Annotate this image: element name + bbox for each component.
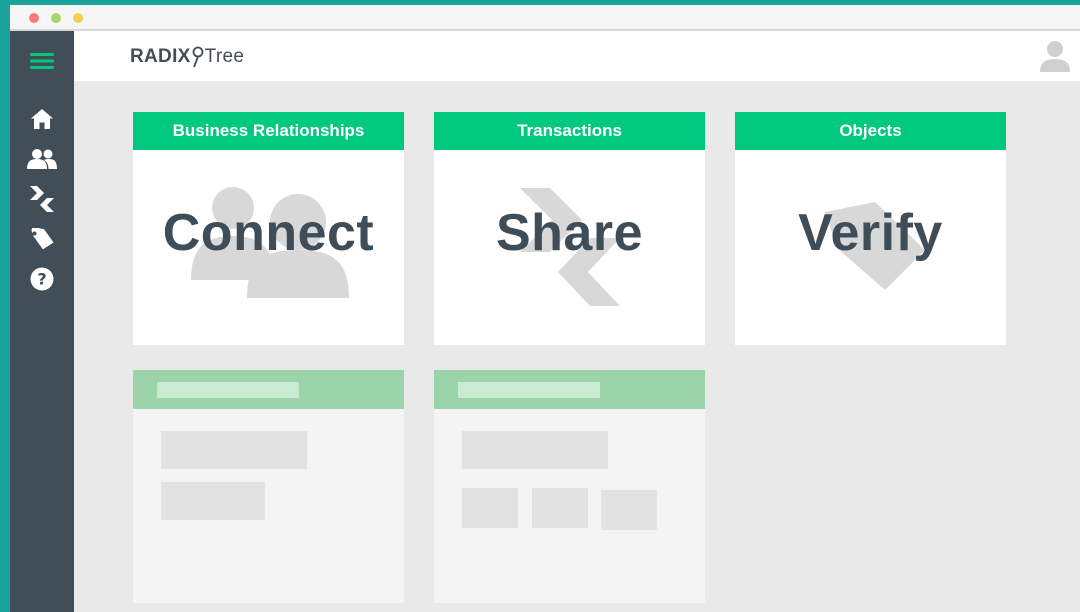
placeholder-block	[161, 482, 265, 520]
maximize-window-button[interactable]	[73, 13, 83, 23]
card-word-verify: Verify	[798, 204, 943, 262]
placeholder-title-bar	[458, 382, 600, 398]
radixtree-logo[interactable]: RADIX Tree	[130, 45, 244, 69]
card-transactions[interactable]: Transactions Share	[434, 112, 705, 345]
sidebar: ?	[10, 31, 74, 612]
placeholder-block	[462, 488, 518, 528]
user-avatar-icon[interactable]	[1040, 40, 1070, 72]
transactions-chevrons-icon[interactable]	[26, 183, 58, 215]
placeholder-title-bar	[157, 382, 299, 398]
app-window: ? RADIX Tree Business Relationships Conn…	[10, 5, 1080, 612]
placeholder-card-header	[133, 370, 404, 409]
window-titlebar	[10, 5, 1080, 31]
placeholder-card-header	[434, 370, 705, 409]
minimize-window-button[interactable]	[51, 13, 61, 23]
card-business-relationships[interactable]: Business Relationships Connect	[133, 112, 404, 345]
card-word-share: Share	[495, 204, 644, 262]
card-title: Transactions	[434, 112, 705, 150]
placeholder-block	[161, 431, 307, 469]
card-body: Verify	[735, 150, 1006, 345]
close-window-button[interactable]	[29, 13, 39, 23]
users-icon[interactable]	[26, 143, 58, 175]
home-icon[interactable]	[26, 103, 58, 135]
card-title: Business Relationships	[133, 112, 404, 150]
placeholder-block	[462, 431, 608, 469]
card-body: Connect	[133, 150, 404, 345]
card-word-connect: Connect	[162, 204, 375, 262]
card-body: Share	[434, 150, 705, 345]
logo-text-right: Tree	[204, 46, 245, 67]
card-objects[interactable]: Objects Verify	[735, 112, 1006, 345]
help-circle-icon[interactable]: ?	[26, 263, 58, 295]
placeholder-card	[133, 370, 404, 603]
hamburger-menu-icon[interactable]	[26, 45, 58, 77]
tag-icon[interactable]	[26, 223, 58, 255]
map-pin-icon	[192, 46, 204, 68]
card-title: Objects	[735, 112, 1006, 150]
placeholder-block	[532, 488, 588, 528]
top-bar: RADIX Tree	[74, 31, 1080, 81]
svg-text:?: ?	[37, 270, 46, 289]
placeholder-card	[434, 370, 705, 603]
logo-text-left: RADIX	[130, 46, 191, 67]
placeholder-block	[601, 490, 657, 530]
